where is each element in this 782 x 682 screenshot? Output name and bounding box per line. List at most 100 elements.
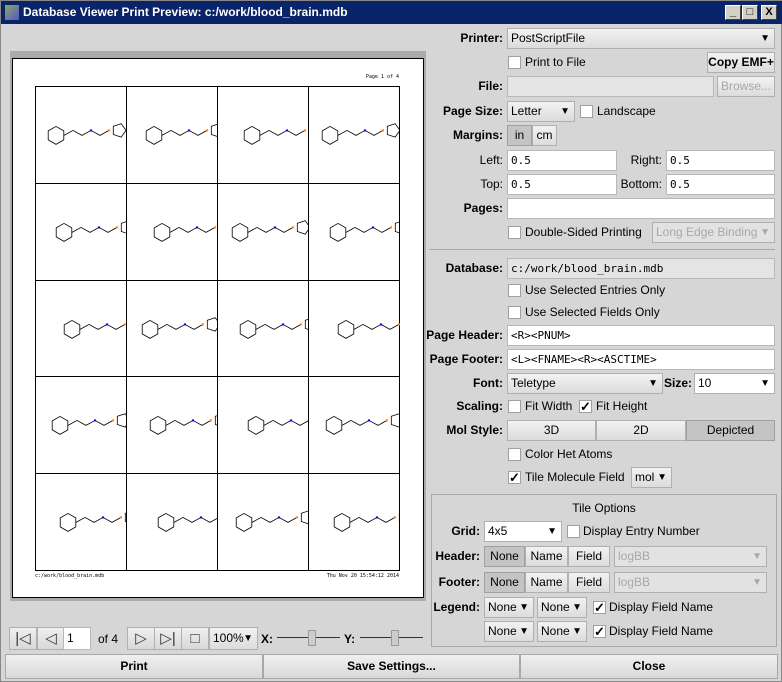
bottom-margin-input[interactable]: 0.5 (666, 174, 775, 195)
molecule-bonds (145, 123, 225, 145)
y-slider-thumb[interactable] (390, 630, 399, 646)
molecule-bonds (235, 510, 315, 533)
page-size-combo[interactable]: Letter ▼ (507, 101, 575, 122)
page-footer-input[interactable]: <L><FNAME><R><ASCTIME> (507, 349, 775, 370)
x-slider-thumb[interactable] (307, 630, 316, 646)
molecule-depiction (157, 510, 237, 533)
y-label: Y: (344, 632, 356, 646)
color-het-checkbox[interactable] (508, 448, 521, 461)
legend-1a-combo[interactable]: None ▼ (484, 597, 534, 618)
tile-field-checkbox[interactable]: ✓ (508, 471, 521, 484)
zoom-combo[interactable]: 100% ▼ (209, 627, 258, 650)
page-footer-right: Thu Nov 20 15:54:12 2014 (326, 573, 399, 579)
save-settings-button[interactable]: Save Settings... (263, 654, 520, 679)
pages-input[interactable] (507, 198, 775, 219)
minimize-button[interactable]: _ (725, 5, 741, 20)
heteroatom-mark (289, 419, 293, 422)
molecule-tile (126, 86, 225, 184)
fit-page-button[interactable]: □ (181, 627, 209, 650)
molecule-depiction (231, 220, 311, 242)
file-input[interactable] (507, 76, 714, 97)
selected-entries-checkbox[interactable] (508, 284, 521, 297)
molecule-tile (308, 182, 409, 281)
page-size-label: Page Size: (442, 104, 503, 118)
legend-2a-combo[interactable]: None ▼ (484, 621, 534, 642)
y-slider[interactable] (360, 630, 423, 646)
molecule-depiction (145, 123, 225, 145)
grid-combo[interactable]: 4x5 ▼ (484, 521, 562, 542)
fit-height-checkbox[interactable]: ✓ (579, 400, 592, 413)
legend-2b-combo[interactable]: None ▼ (537, 621, 587, 642)
copy-emf-button[interactable]: Copy EMF+ (707, 52, 775, 73)
landscape-label: Landscape (597, 104, 656, 118)
double-sided-checkbox[interactable] (508, 226, 521, 239)
margins-cm-button[interactable]: cm (532, 125, 557, 146)
footer-field-combo[interactable]: logBB ▼ (614, 572, 767, 593)
header-none-button[interactable]: None (484, 546, 525, 567)
heteroatom-mark (363, 129, 367, 132)
app-icon (5, 5, 19, 20)
heteroatom-mark (213, 225, 217, 229)
molecule-tile (217, 376, 327, 475)
previous-page-button[interactable]: ◁ (37, 627, 65, 650)
entry-number-checkbox[interactable] (567, 525, 580, 538)
display-field-name-2-label: Display Field Name (609, 624, 714, 638)
heteroatom-mark (195, 225, 199, 229)
display-field-name-1-checkbox[interactable]: ✓ (593, 601, 606, 614)
display-field-name-1-label: Display Field Name (609, 600, 714, 614)
style-depicted-button[interactable]: Depicted (686, 420, 775, 441)
molecule-tile (35, 473, 139, 571)
header-name-button[interactable]: Name (525, 546, 568, 567)
style-2d-button[interactable]: 2D (596, 420, 686, 441)
close-button[interactable]: Close (520, 654, 778, 679)
landscape-checkbox[interactable] (580, 105, 593, 118)
molecule-depiction (321, 123, 401, 145)
heteroatom-mark (111, 419, 115, 422)
font-combo[interactable]: Teletype ▼ (507, 373, 663, 394)
heteroatom-mark (303, 129, 307, 132)
molecule-depiction (51, 413, 131, 436)
heteroatom-mark (183, 322, 187, 326)
footer-field-button[interactable]: Field (568, 572, 610, 593)
maximize-button[interactable]: □ (742, 5, 758, 20)
heteroatom-mark (187, 129, 191, 132)
footer-name-button[interactable]: Name (525, 572, 568, 593)
molecule-bonds (153, 220, 233, 242)
size-combo[interactable]: 10 ▼ (694, 373, 775, 394)
printer-combo[interactable]: PostScriptFile ▼ (507, 28, 775, 49)
last-page-button[interactable]: ▷| (154, 627, 182, 650)
legend-1b-combo[interactable]: None ▼ (537, 597, 587, 618)
chevron-down-icon: ▼ (547, 526, 557, 537)
binding-combo[interactable]: Long Edge Binding ▼ (652, 222, 775, 243)
browse-button[interactable]: Browse... (717, 76, 775, 97)
heteroatom-mark (205, 129, 209, 132)
tile-field-combo[interactable]: mol ▼ (631, 467, 672, 488)
print-button[interactable]: Print (5, 654, 263, 679)
molecule-depiction (325, 413, 405, 436)
fit-width-label: Fit Width (525, 399, 573, 413)
chevron-down-icon: ▼ (519, 602, 529, 613)
margins-in-button[interactable]: in (507, 125, 532, 146)
fit-width-checkbox[interactable] (508, 400, 521, 413)
header-field-combo[interactable]: logBB ▼ (614, 546, 767, 567)
page-header-input[interactable]: <R><PNUM> (507, 325, 775, 346)
grid-label: Grid: (451, 524, 480, 538)
heteroatom-mark (273, 225, 277, 229)
page-number-input[interactable]: 1 (63, 627, 91, 650)
next-page-button[interactable]: ▷ (127, 627, 155, 650)
selected-fields-checkbox[interactable] (508, 306, 521, 319)
header-field-button[interactable]: Field (568, 546, 610, 567)
footer-none-button[interactable]: None (484, 572, 525, 593)
right-margin-input[interactable]: 0.5 (666, 150, 775, 171)
close-window-button[interactable]: X (761, 5, 777, 20)
first-page-button[interactable]: |◁ (9, 627, 37, 650)
display-field-name-2-checkbox[interactable]: ✓ (593, 625, 606, 638)
window-title: Database Viewer Print Preview: c:/work/b… (23, 5, 348, 19)
x-slider[interactable] (277, 630, 340, 646)
molecule-bonds (63, 316, 143, 339)
heteroatom-mark (191, 419, 195, 422)
print-to-file-checkbox[interactable] (508, 56, 521, 69)
style-3d-button[interactable]: 3D (507, 420, 596, 441)
preview-area: Page 1 of 4 c:/work/blood_brain.mdb Thu … (10, 51, 426, 601)
chevron-down-icon: ▼ (572, 602, 582, 613)
